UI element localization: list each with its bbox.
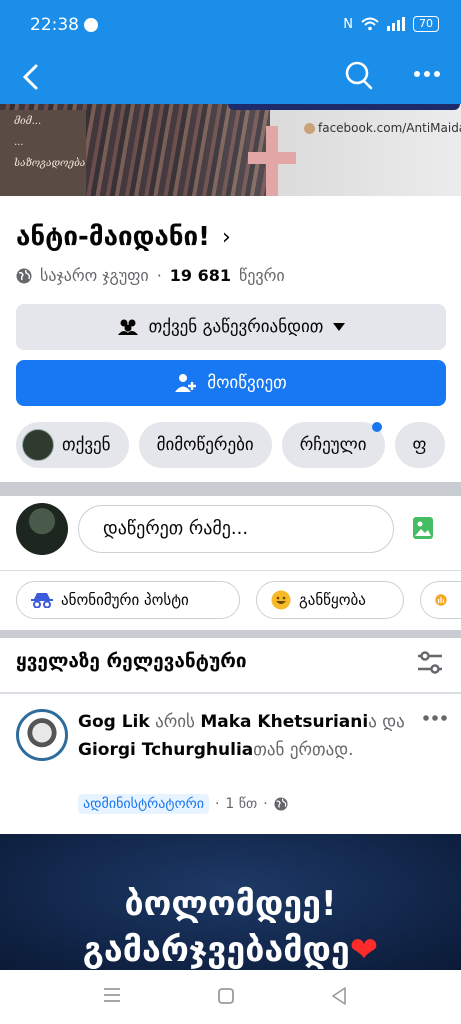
tagged-person-2[interactable]: Giorgi Tchurghulia: [78, 740, 253, 760]
members-icon: [117, 319, 138, 335]
divider: [0, 692, 461, 694]
status-icons: N 70: [343, 16, 439, 32]
feeling-button[interactable]: განწყობა: [256, 581, 404, 619]
post-more-options-icon[interactable]: [422, 712, 448, 724]
group-tabs: თქვენ მიმოწერები რჩეული ფ: [16, 422, 461, 468]
chevron-right-icon: ›: [222, 224, 231, 250]
dropdown-caret-icon: [333, 323, 346, 331]
battery-indicator: 70: [413, 16, 439, 32]
anonymous-post-button[interactable]: ანონიმური პოსტი: [16, 581, 240, 619]
incognito-icon: [31, 593, 53, 608]
globe-icon: [16, 268, 32, 283]
photo-icon[interactable]: [412, 516, 434, 540]
messenger-notification-icon: [84, 18, 98, 32]
composer-avatar[interactable]: [16, 503, 68, 555]
group-title[interactable]: ანტი-მაიდანი! ›: [16, 222, 231, 252]
search-icon[interactable]: [344, 60, 374, 92]
chip-discussions[interactable]: მიმოწერები: [138, 422, 272, 468]
wifi-icon: [361, 17, 379, 31]
status-bar: 22:38 N 70: [0, 0, 461, 52]
composer-input[interactable]: დაწერეთ რამე...: [78, 505, 394, 553]
app-header: 22:38 N 70: [0, 0, 461, 104]
status-time: 22:38: [30, 15, 79, 35]
sort-label[interactable]: ყველაზე რელევანტური: [16, 650, 247, 672]
post-image-line1: ბოლომდეე!: [124, 884, 337, 924]
avatar: [22, 429, 54, 461]
poll-button[interactable]: [420, 581, 461, 619]
signal-icon: [387, 17, 405, 31]
smiley-icon: [271, 590, 291, 610]
add-person-icon: [175, 374, 197, 392]
system-navigation-bar: [0, 970, 461, 1024]
joined-button[interactable]: თქვენ გაწევრიანდით: [16, 304, 446, 350]
poll-icon: [435, 594, 447, 606]
more-options-icon[interactable]: [412, 64, 442, 84]
post-author-name[interactable]: Gog Lik: [78, 712, 150, 732]
back-arrow-icon[interactable]: [18, 62, 44, 92]
chip-more[interactable]: ფ: [394, 422, 445, 468]
admin-badge: ადმინისტრატორი: [78, 794, 209, 814]
section-divider: [0, 482, 461, 496]
section-divider: [0, 630, 461, 638]
globe-icon: [274, 797, 288, 811]
cover-banner: [228, 104, 460, 110]
recent-apps-icon[interactable]: [102, 986, 122, 1004]
chip-you[interactable]: თქვენ: [16, 422, 129, 468]
post-author-avatar[interactable]: [16, 709, 68, 761]
group-cover-photo[interactable]: მიმ... ... საზოგადოება facebook.com/Anti…: [0, 104, 461, 196]
member-count: 19 681: [169, 266, 232, 285]
group-privacy: საჯარო ჯგუფი: [40, 266, 149, 285]
filter-sliders-icon[interactable]: [416, 650, 444, 676]
cover-handwritten-sign: მიმ... ... საზოგადოება: [0, 110, 86, 196]
invite-button[interactable]: მოიწვიეთ: [16, 360, 446, 406]
group-meta: საჯარო ჯგუფი · 19 681 წევრი: [16, 266, 285, 285]
post-meta: ადმინისტრატორი · 1 წთ ·: [78, 794, 288, 814]
heart-icon: ❤: [349, 930, 379, 970]
post-image[interactable]: ბოლომდეე! გამარჯვებამდე❤: [0, 834, 461, 970]
members-label[interactable]: წევრი: [239, 266, 285, 285]
tagged-person-1[interactable]: Maka Khetsuriani: [200, 712, 368, 732]
new-indicator-dot: [371, 422, 382, 432]
cover-cross-graphic: [248, 126, 296, 196]
post-header-text: Gog Lik არის Maka Khetsurianiა და Giorgi…: [78, 712, 405, 760]
cover-watermark: facebook.com/AntiMaidani: [304, 121, 461, 135]
post-time[interactable]: 1 წთ: [225, 796, 257, 812]
divider: [0, 570, 461, 571]
system-back-icon[interactable]: [330, 986, 348, 1006]
nfc-icon: N: [343, 16, 353, 32]
chip-featured[interactable]: რჩეული: [281, 422, 385, 468]
app-bar: [0, 52, 461, 104]
post-image-line2: გამარჯვებამდე❤: [82, 930, 379, 970]
home-icon[interactable]: [216, 986, 236, 1006]
